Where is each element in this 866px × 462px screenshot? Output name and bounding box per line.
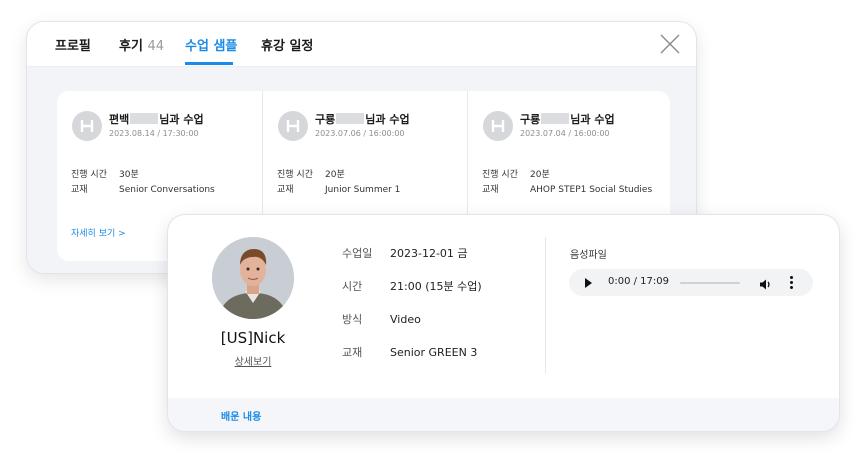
audio-label: 음성파일 — [570, 250, 607, 261]
review-count: 44 — [147, 39, 164, 54]
duration-value: 20분 — [530, 170, 550, 180]
play-icon[interactable] — [585, 278, 592, 288]
lesson-datetime: 2023.07.06 / 16:00:00 — [315, 129, 405, 138]
info-value: 2023-12-01 금 — [390, 247, 468, 260]
lesson-datetime: 2023.08.14 / 17:30:00 — [109, 129, 199, 138]
lesson-title-suffix: 님과 수업 — [365, 113, 410, 126]
student-name: 편백 — [109, 113, 130, 126]
more-details-link[interactable]: 자세히 보기 > — [71, 226, 126, 239]
info-value: Senior GREEN 3 — [390, 346, 478, 359]
duration-label: 진행 시간 — [71, 170, 107, 180]
tutor-logo-icon — [278, 111, 308, 141]
tab-lesson-samples-label: 수업 샘플 — [185, 39, 238, 54]
info-row-date: 수업일 2023-12-01 금 — [342, 245, 468, 261]
info-label: 시간 — [342, 280, 363, 293]
lesson-title: 구룡 님과 수업 — [315, 111, 410, 127]
material-value: Senior Conversations — [119, 185, 215, 195]
tab-holiday-schedule-label: 휴강 일정 — [261, 39, 314, 54]
tab-bar: 프로필 후기 44 수업 샘플 휴강 일정 — [27, 22, 696, 67]
tutor-logo-icon — [72, 111, 102, 141]
tutor-detail-link-wrap: 상세보기 — [168, 353, 338, 368]
material-row: 교재 AHOP STEP1 Social Studies — [482, 182, 652, 195]
info-label: 교재 — [342, 346, 363, 359]
tab-profile-label: 프로필 — [55, 39, 91, 54]
info-value: 21:00 (15분 수업) — [390, 280, 482, 293]
info-row-time: 시간 21:00 (15분 수업) — [342, 278, 482, 294]
student-name: 구룡 — [520, 113, 541, 126]
tab-reviews[interactable]: 후기 44 — [119, 35, 164, 54]
duration-row: 진행 시간 20분 — [277, 167, 345, 180]
info-label: 방식 — [342, 313, 363, 326]
lesson-title: 구룡 님과 수업 — [520, 111, 615, 127]
lesson-title: 편백 님과 수업 — [109, 111, 204, 127]
student-name: 구룡 — [315, 113, 336, 126]
material-label: 교재 — [277, 185, 294, 195]
redacted-name — [336, 113, 365, 124]
active-tab-indicator — [185, 62, 233, 65]
material-value: AHOP STEP1 Social Studies — [530, 185, 653, 195]
audio-progress-bar[interactable] — [680, 282, 740, 284]
info-label: 수업일 — [342, 247, 373, 260]
tutor-avatar — [212, 237, 294, 319]
redacted-name — [130, 113, 159, 124]
info-row-material: 교재 Senior GREEN 3 — [342, 344, 477, 360]
audio-player: 0:00 / 17:09 — [569, 269, 813, 296]
material-label: 교재 — [71, 185, 88, 195]
tutor-name: [US]Nick — [220, 329, 286, 347]
tab-profile[interactable]: 프로필 — [55, 35, 91, 54]
duration-row: 진행 시간 20분 — [482, 167, 550, 180]
duration-row: 진행 시간 30분 — [71, 167, 139, 180]
info-row-method: 방식 Video — [342, 311, 421, 327]
audio-time: 0:00 / 17:09 — [608, 276, 670, 287]
lesson-detail-card: [US]Nick 상세보기 수업일 2023-12-01 금 시간 21:00 (1… — [167, 214, 840, 432]
duration-label: 진행 시간 — [277, 170, 313, 180]
material-label: 교재 — [482, 185, 499, 195]
duration-value: 20분 — [325, 170, 345, 180]
tab-lesson-samples[interactable]: 수업 샘플 — [185, 35, 237, 54]
tutor-detail-link[interactable]: 상세보기 — [235, 357, 272, 368]
tab-holiday-schedule[interactable]: 휴강 일정 — [261, 35, 313, 54]
info-value: Video — [390, 313, 421, 326]
lesson-title-suffix: 님과 수업 — [570, 113, 615, 126]
learned-content-label: 배운 내용 — [221, 412, 262, 423]
lesson-title-suffix: 님과 수업 — [159, 113, 204, 126]
material-row: 교재 Senior Conversations — [71, 182, 215, 195]
divider — [545, 237, 546, 374]
material-row: 교재 Junior Summer 1 — [277, 182, 400, 195]
learned-content-section[interactable]: 배운 내용 — [168, 398, 839, 431]
duration-value: 30분 — [119, 170, 139, 180]
material-value: Junior Summer 1 — [325, 185, 401, 195]
volume-icon[interactable] — [759, 276, 772, 295]
tutor-logo-icon — [483, 111, 513, 141]
more-vert-icon[interactable] — [790, 276, 794, 289]
lesson-datetime: 2023.07.04 / 16:00:00 — [520, 129, 610, 138]
redacted-name — [541, 113, 570, 124]
close-icon[interactable] — [658, 32, 682, 56]
tab-reviews-label: 후기 — [119, 39, 143, 54]
duration-label: 진행 시간 — [482, 170, 518, 180]
